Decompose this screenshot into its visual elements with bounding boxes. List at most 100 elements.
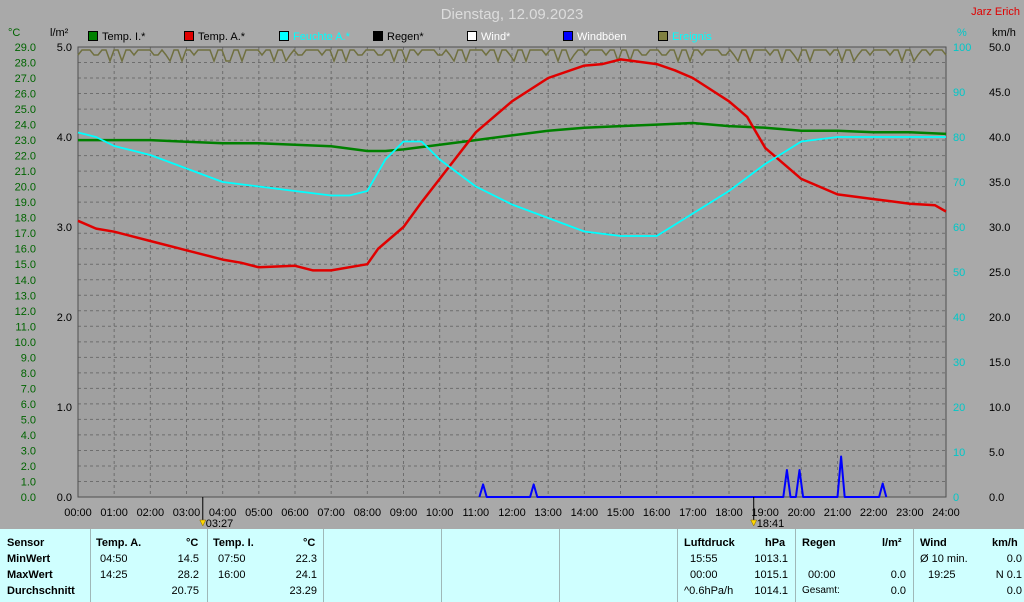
humidity-tick-label: 80 xyxy=(953,132,965,144)
stats-table: Sensor MinWert MaxWert Durchschnitt Temp… xyxy=(0,529,1024,602)
x-tick-label: 20:00 xyxy=(788,507,816,519)
wind-tick-label: 40.0 xyxy=(989,132,1010,144)
x-tick-label: 02:00 xyxy=(137,507,165,519)
wind-tick-label: 20.0 xyxy=(989,312,1010,324)
pressure-trend: ^0.6hPa/h xyxy=(684,585,734,597)
wind-tick-label: 5.0 xyxy=(989,447,1004,459)
x-tick-label: 16:00 xyxy=(643,507,671,519)
temp-i-min-time: 07:50 xyxy=(218,553,246,565)
wind-tick-label: 30.0 xyxy=(989,222,1010,234)
temp-tick-label: 19.0 xyxy=(15,197,36,209)
row-label-sensor: Sensor xyxy=(7,537,45,549)
x-tick-label: 08:00 xyxy=(354,507,382,519)
pressure-max: 1015.1 xyxy=(754,569,788,581)
temp-tick-label: 23.0 xyxy=(15,135,36,147)
wind-tick-label: 50.0 xyxy=(989,42,1010,54)
humidity-tick-label: 10 xyxy=(953,447,965,459)
temp-tick-label: 26.0 xyxy=(15,89,36,101)
temp-tick-label: 11.0 xyxy=(15,321,36,333)
wind-tick-label: 15.0 xyxy=(989,357,1010,369)
temp-tick-label: 29.0 xyxy=(15,42,36,54)
temp-tick-label: 4.0 xyxy=(21,430,36,442)
temp-tick-label: 17.0 xyxy=(15,228,36,240)
wind-max: N 0.1 xyxy=(995,569,1022,581)
temp-tick-label: 18.0 xyxy=(15,213,36,225)
x-tick-label: 03:00 xyxy=(173,507,201,519)
pressure-min: 1013.1 xyxy=(754,553,788,565)
temp-a-header: Temp. A. xyxy=(96,537,142,549)
temp-i-avg: 23.29 xyxy=(289,585,317,597)
x-tick-label: 15:00 xyxy=(607,507,635,519)
temp-tick-label: 25.0 xyxy=(15,104,36,116)
x-tick-label: 21:00 xyxy=(824,507,852,519)
temp-tick-label: 12.0 xyxy=(15,306,36,318)
temp-tick-label: 22.0 xyxy=(15,151,36,163)
x-tick-label: 05:00 xyxy=(245,507,273,519)
wind-tick-label: 0.0 xyxy=(989,492,1004,504)
humidity-tick-label: 70 xyxy=(953,177,965,189)
x-tick-label: 22:00 xyxy=(860,507,888,519)
wind-total: 0.0 xyxy=(1006,585,1022,597)
pressure-min-time: 15:55 xyxy=(690,553,718,565)
rain-tick-label: 5.0 xyxy=(57,42,72,54)
temp-tick-label: 7.0 xyxy=(21,383,36,395)
temp-tick-label: 5.0 xyxy=(21,414,36,426)
humidity-tick-label: 60 xyxy=(953,222,965,234)
temp-a-unit: °C xyxy=(186,537,199,549)
x-tick-label: 07:00 xyxy=(317,507,345,519)
wind-avg-label: Ø 10 min. xyxy=(920,553,968,565)
temp-a-max-time: 14:25 xyxy=(100,569,128,581)
temp-tick-label: 16.0 xyxy=(15,244,36,256)
weather-chart: 29.0 28.0 27.0 26.0 25.0 24.0 23.0 22.0 21.0 20.0… xyxy=(15,42,1011,530)
rain-tick-label: 3.0 xyxy=(57,222,72,234)
x-tick-label: 24:00 xyxy=(932,507,960,519)
temp-tick-label: 14.0 xyxy=(15,275,36,287)
wind-tick-label: 25.0 xyxy=(989,267,1010,279)
wind-max-time: 19:25 xyxy=(928,569,956,581)
x-tick-label: 14:00 xyxy=(571,507,599,519)
temp-tick-label: 8.0 xyxy=(21,368,36,380)
x-tick-label: 13:00 xyxy=(534,507,562,519)
wind-tick-label: 10.0 xyxy=(989,402,1010,414)
x-tick-label: 23:00 xyxy=(896,507,924,519)
humidity-tick-label: 40 xyxy=(953,312,965,324)
temp-i-unit: °C xyxy=(303,537,316,549)
humidity-tick-label: 100 xyxy=(953,42,971,54)
rain-tick-label: 2.0 xyxy=(57,312,72,324)
wind-tick-label: 35.0 xyxy=(989,177,1010,189)
rain-header: Regen xyxy=(802,537,836,549)
temp-tick-label: 3.0 xyxy=(21,445,36,457)
x-tick-label: 17:00 xyxy=(679,507,707,519)
temp-i-header: Temp. I. xyxy=(213,537,254,549)
x-tick-label: 12:00 xyxy=(498,507,526,519)
rain-tick-label: 1.0 xyxy=(57,402,72,414)
temp-a-max: 28.2 xyxy=(177,569,199,581)
temp-tick-label: 10.0 xyxy=(15,337,36,349)
x-tick-label: 01:00 xyxy=(100,507,128,519)
pressure-header: Luftdruck xyxy=(684,537,735,549)
wind-unit: km/h xyxy=(992,537,1018,549)
row-label-max: MaxWert xyxy=(7,569,53,581)
pressure-unit: hPa xyxy=(765,537,786,549)
temp-tick-label: 27.0 xyxy=(15,73,36,85)
temp-tick-label: 24.0 xyxy=(15,120,36,132)
temp-tick-label: 2.0 xyxy=(21,461,36,473)
rain-max-time: 00:00 xyxy=(808,569,836,581)
rain-tick-label: 0.0 xyxy=(57,492,72,504)
temp-tick-label: 1.0 xyxy=(21,476,36,488)
temp-tick-label: 6.0 xyxy=(21,399,36,411)
temp-a-min-time: 04:50 xyxy=(100,553,128,565)
rain-total-label: Gesamt: xyxy=(802,585,840,596)
temp-tick-label: 9.0 xyxy=(21,352,36,364)
rain-max: 0.0 xyxy=(890,569,906,581)
humidity-tick-label: 20 xyxy=(953,402,965,414)
x-tick-label: 10:00 xyxy=(426,507,454,519)
pressure-avg: 1014.1 xyxy=(754,585,788,597)
row-label-min: MinWert xyxy=(7,553,51,565)
humidity-tick-label: 0 xyxy=(953,492,959,504)
temp-i-min: 22.3 xyxy=(295,553,317,565)
humidity-tick-label: 30 xyxy=(953,357,965,369)
temp-tick-label: 13.0 xyxy=(15,290,36,302)
temp-tick-label: 0.0 xyxy=(21,492,36,504)
temp-a-avg: 20.75 xyxy=(171,585,199,597)
